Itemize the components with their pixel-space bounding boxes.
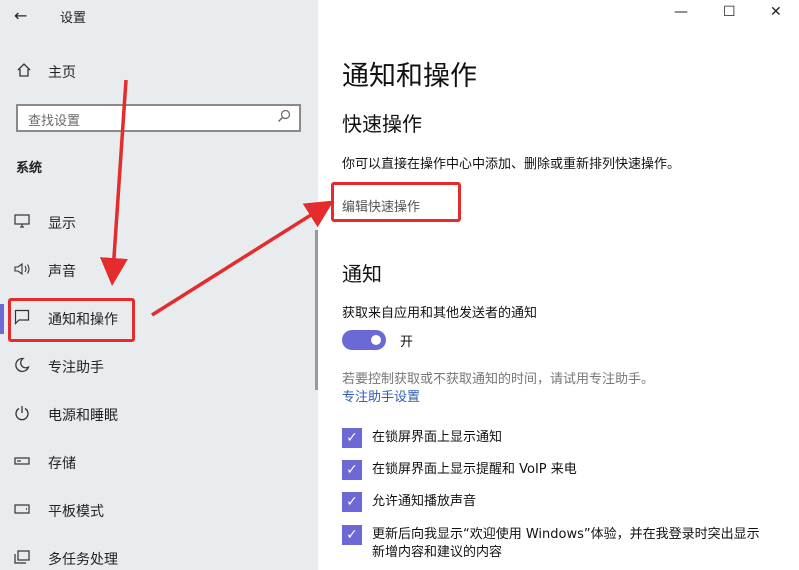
sidebar-item-label: 显示 [48, 216, 76, 232]
sidebar-item-sound[interactable]: 声音 [0, 248, 318, 294]
sidebar-item-home[interactable]: 主页 [16, 62, 76, 82]
sidebar-item-label: 电源和睡眠 [48, 408, 118, 424]
notifications-toggle[interactable] [342, 330, 386, 350]
checkbox-label: 允许通知播放声音 [372, 494, 477, 509]
settings-sidebar: ← 设置 主页 查找设置 系统 显示 声音 通知和操作 专注助手 电源和睡眠 存… [0, 0, 318, 570]
annotation-box-notifications [8, 298, 135, 342]
tablet-icon [14, 503, 44, 519]
get-notifications-label: 获取来自应用和其他发送者的通知 [342, 306, 538, 321]
checkbox-checked-icon[interactable]: ✓ [342, 460, 362, 480]
sidebar-item-label: 专注助手 [48, 360, 104, 376]
storage-icon [14, 455, 44, 471]
moon-icon [14, 357, 44, 377]
power-icon [14, 405, 44, 425]
sidebar-scrollbar[interactable] [315, 230, 318, 390]
sidebar-item-tablet[interactable]: 平板模式 [0, 488, 318, 534]
checkbox-label: 在锁屏界面上显示提醒和 VoIP 来电 [372, 462, 577, 477]
close-button[interactable]: ✕ [770, 4, 782, 20]
quick-actions-description: 你可以直接在操作中心中添加、删除或重新排列快速操作。 [342, 157, 681, 172]
checkbox-checked-icon[interactable]: ✓ [342, 525, 362, 545]
annotation-box-edit-quick-actions [331, 182, 461, 222]
multitask-icon [14, 550, 44, 568]
app-title: 设置 [60, 11, 87, 26]
checkbox-lockscreen-reminders[interactable]: ✓ 在锁屏界面上显示提醒和 VoIP 来电 [342, 460, 772, 480]
search-input[interactable]: 查找设置 [16, 104, 301, 132]
section-title: 系统 [16, 161, 43, 176]
sidebar-item-label: 多任务处理 [48, 552, 118, 568]
checkbox-welcome-experience[interactable]: ✓ 更新后向我显示“欢迎使用 Windows”体验，并在我登录时突出显示新增内容… [342, 525, 772, 562]
sidebar-item-power[interactable]: 电源和睡眠 [0, 392, 318, 438]
quick-actions-heading: 快速操作 [342, 112, 422, 136]
sidebar-item-label: 主页 [48, 65, 76, 81]
sidebar-item-storage[interactable]: 存储 [0, 440, 318, 486]
focus-assist-settings-link[interactable]: 专注助手设置 [342, 386, 420, 405]
titlebar: ← 设置 [0, 0, 318, 32]
sidebar-item-label: 声音 [48, 264, 76, 280]
checkbox-lockscreen-notifications[interactable]: ✓ 在锁屏界面上显示通知 [342, 428, 772, 448]
sidebar-item-label: 存储 [48, 456, 76, 472]
checkbox-notification-sounds[interactable]: ✓ 允许通知播放声音 [342, 492, 772, 512]
sound-icon [14, 262, 44, 280]
checkbox-label: 在锁屏界面上显示通知 [372, 430, 503, 445]
display-icon [14, 214, 44, 232]
home-icon [16, 62, 38, 82]
sidebar-item-multitasking[interactable]: 多任务处理 [0, 536, 318, 570]
checkbox-checked-icon[interactable]: ✓ [342, 492, 362, 512]
maximize-button[interactable]: ☐ [723, 4, 736, 20]
settings-content: — ☐ ✕ 通知和操作 快速操作 你可以直接在操作中心中添加、删除或重新排列快速… [315, 0, 799, 570]
search-icon [278, 109, 291, 122]
minimize-button[interactable]: — [674, 4, 688, 20]
search-placeholder: 查找设置 [28, 114, 81, 129]
sidebar-item-label: 平板模式 [48, 504, 104, 520]
checkbox-checked-icon[interactable]: ✓ [342, 428, 362, 448]
notifications-heading: 通知 [342, 262, 382, 286]
sidebar-item-display[interactable]: 显示 [0, 200, 318, 246]
page-title: 通知和操作 [342, 61, 477, 92]
toggle-state-label: 开 [400, 335, 414, 350]
checkbox-label: 更新后向我显示“欢迎使用 Windows”体验，并在我登录时突出显示新增内容和建… [372, 527, 760, 560]
back-arrow-icon[interactable]: ← [14, 6, 27, 25]
focus-assist-hint: 若要控制获取或不获取通知的时间，请试用专注助手。 [342, 372, 655, 387]
sidebar-item-focus-assist[interactable]: 专注助手 [0, 344, 318, 390]
